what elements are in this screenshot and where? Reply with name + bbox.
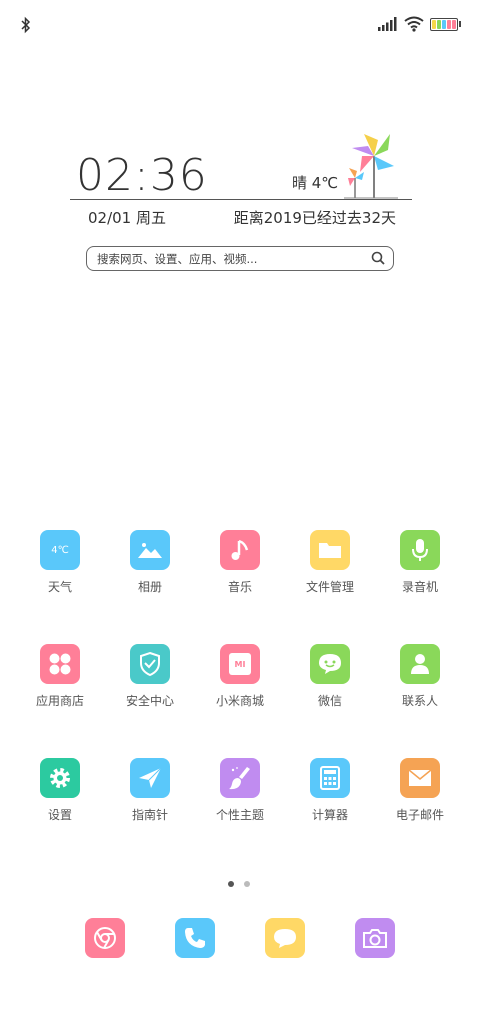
clock-time[interactable]: 02:36 — [76, 150, 208, 201]
widget-divider — [70, 199, 412, 200]
gear-icon[interactable] — [40, 758, 80, 798]
dock-messages[interactable] — [240, 918, 330, 958]
page-dot-active[interactable] — [228, 881, 234, 887]
app-calculator[interactable]: 计算器 — [285, 758, 375, 823]
app-label: 微信 — [317, 694, 342, 708]
app-weather[interactable]: 4℃ 天气 — [15, 530, 105, 595]
app-label: 设置 — [47, 808, 72, 822]
dock-camera[interactable] — [330, 918, 420, 958]
app-file-manager[interactable]: 文件管理 — [285, 530, 375, 595]
calculator-icon[interactable] — [310, 758, 350, 798]
bluetooth-icon — [21, 16, 31, 34]
cell-signal-icon — [378, 17, 397, 31]
app-mi-store[interactable]: MI 小米商城 — [195, 644, 285, 709]
dock-browser[interactable] — [60, 918, 150, 958]
compass-icon[interactable] — [130, 758, 170, 798]
mi-store-icon[interactable]: MI — [220, 644, 260, 684]
app-recorder[interactable]: 录音机 — [375, 530, 465, 595]
weather-temp-badge: 4℃ — [51, 544, 69, 556]
search-icon[interactable] — [371, 251, 385, 265]
shield-icon[interactable] — [130, 644, 170, 684]
app-security-center[interactable]: 安全中心 — [105, 644, 195, 709]
dock-phone[interactable] — [150, 918, 240, 958]
weather-summary[interactable]: 晴 4℃ — [292, 172, 338, 193]
camera-icon[interactable] — [355, 918, 395, 958]
app-music[interactable]: 音乐 — [195, 530, 285, 595]
browser-icon[interactable] — [85, 918, 125, 958]
folder-icon[interactable] — [310, 530, 350, 570]
weather-icon[interactable]: 4℃ — [40, 530, 80, 570]
app-label: 音乐 — [227, 580, 252, 594]
phone-icon[interactable] — [175, 918, 215, 958]
microphone-icon[interactable] — [400, 530, 440, 570]
search-input[interactable]: 搜索网页、设置、应用、视频... — [97, 251, 257, 267]
app-label: 录音机 — [401, 580, 438, 594]
app-store[interactable]: 应用商店 — [15, 644, 105, 709]
app-label: 天气 — [47, 580, 72, 594]
music-icon[interactable] — [220, 530, 260, 570]
wifi-icon — [404, 16, 424, 32]
app-email[interactable]: 电子邮件 — [375, 758, 465, 823]
battery-icon — [430, 18, 458, 31]
messages-icon[interactable] — [265, 918, 305, 958]
app-label: 计算器 — [311, 808, 348, 822]
wechat-icon[interactable] — [310, 644, 350, 684]
app-compass[interactable]: 指南针 — [105, 758, 195, 823]
app-themes[interactable]: 个性主题 — [195, 758, 285, 823]
status-bar — [0, 0, 480, 50]
date-text[interactable]: 02/01 周五 — [88, 207, 166, 228]
mail-icon[interactable] — [400, 758, 440, 798]
page-dot[interactable] — [244, 881, 250, 887]
mi-badge: MI — [234, 659, 246, 669]
year-countdown-text: 距离2019已经过去32天 — [233, 209, 396, 227]
theme-brush-icon[interactable] — [220, 758, 260, 798]
app-label: 指南针 — [131, 808, 168, 822]
search-bar[interactable]: 搜索网页、设置、应用、视频... — [86, 246, 394, 271]
app-label: 联系人 — [401, 694, 438, 708]
app-label: 文件管理 — [305, 580, 354, 594]
app-settings[interactable]: 设置 — [15, 758, 105, 823]
app-label: 小米商城 — [215, 694, 264, 708]
app-gallery[interactable]: 相册 — [105, 530, 195, 595]
gallery-icon[interactable] — [130, 530, 170, 570]
app-wechat[interactable]: 微信 — [285, 644, 375, 709]
app-label: 电子邮件 — [395, 808, 444, 822]
app-store-icon[interactable] — [40, 644, 80, 684]
app-label: 个性主题 — [215, 808, 264, 822]
app-label: 应用商店 — [35, 694, 84, 708]
app-contacts[interactable]: 联系人 — [375, 644, 465, 709]
app-label: 相册 — [137, 580, 162, 594]
app-label: 安全中心 — [125, 694, 174, 708]
pinwheel-icon — [344, 134, 398, 199]
page-indicator[interactable] — [228, 872, 260, 891]
contacts-icon[interactable] — [400, 644, 440, 684]
